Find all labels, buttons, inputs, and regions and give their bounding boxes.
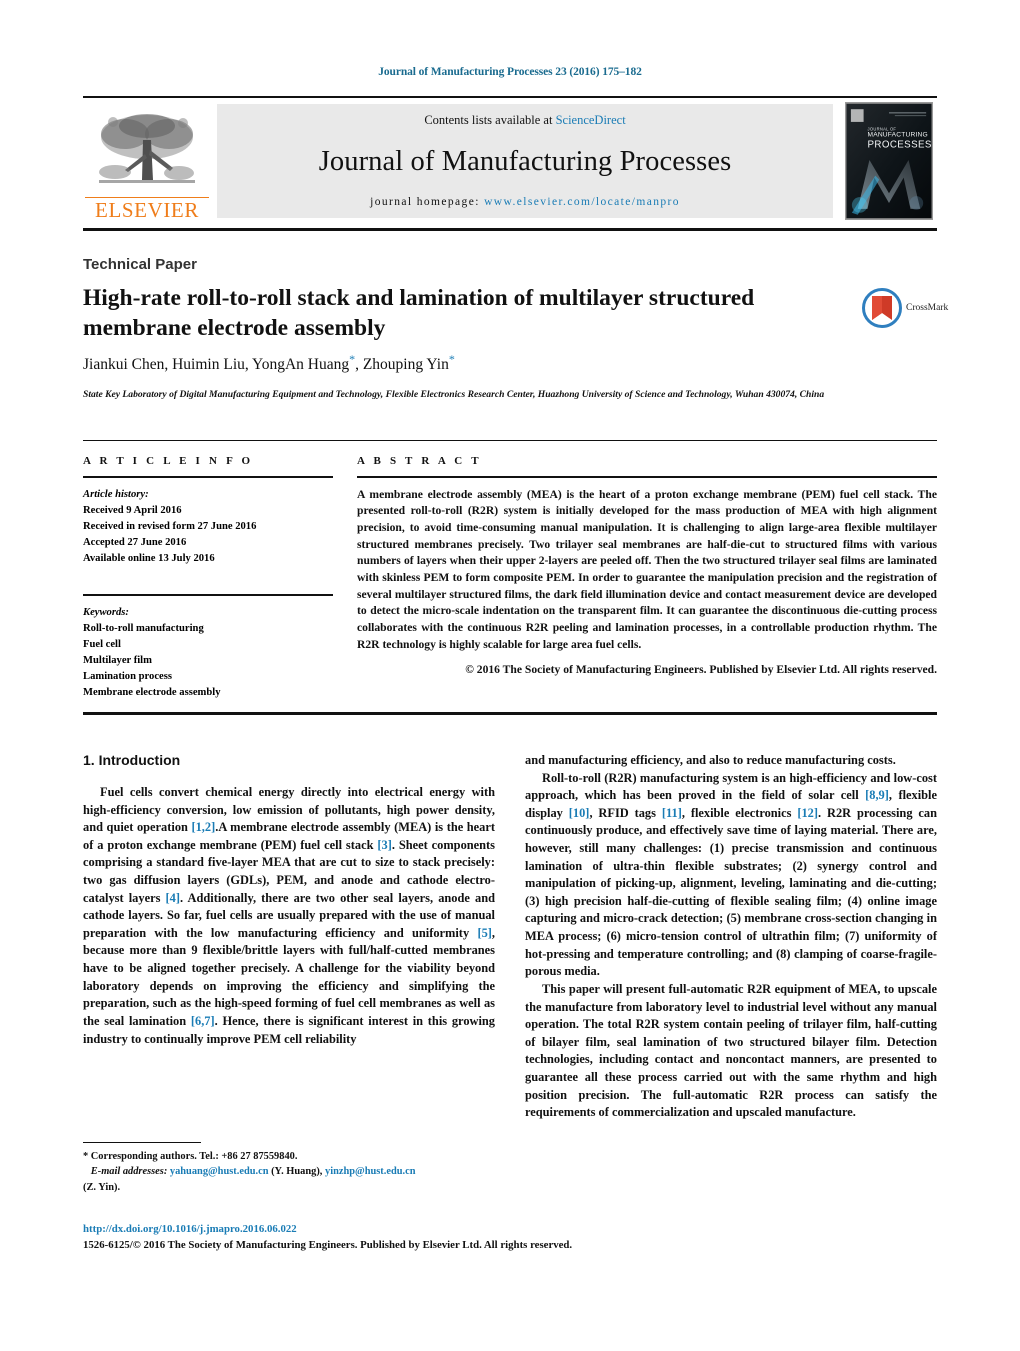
abstract-text: A membrane electrode assembly (MEA) is t…: [357, 487, 937, 651]
journal-band: Contents lists available at ScienceDirec…: [217, 104, 833, 218]
abstract-heading: A B S T R A C T: [357, 455, 482, 467]
journal-cover-image: JOURNAL OF MANUFACTURING PROCESSES: [845, 102, 933, 220]
body-column-right: and manufacturing efficiency, and also t…: [525, 752, 937, 1122]
crossmark-icon: [862, 288, 902, 328]
keyword-item: Fuel cell: [83, 638, 121, 650]
email-label: E-mail addresses:: [90, 1166, 168, 1178]
sciencedirect-link[interactable]: ScienceDirect: [556, 113, 626, 127]
affiliation: State Key Laboratory of Digital Manufact…: [83, 389, 825, 400]
body-column-left: 1. Introduction Fuel cells convert chemi…: [83, 752, 495, 1048]
doi-link[interactable]: http://dx.doi.org/10.1016/j.jmapro.2016.…: [83, 1221, 823, 1237]
corresponding-author-note: * Corresponding authors. Tel.: +86 27 87…: [83, 1151, 298, 1163]
svg-text:MANUFACTURING: MANUFACTURING: [868, 132, 928, 139]
email-note: E-mail addresses: yahuang@hust.edu.cn (Y…: [83, 1164, 495, 1179]
history-item: Received 9 April 2016: [83, 504, 182, 516]
keywords-rule: [83, 594, 333, 596]
article-info-rule: [83, 476, 333, 478]
keyword-item: Multilayer film: [83, 654, 152, 666]
keyword-item: Lamination process: [83, 671, 172, 683]
footer-copyright: 1526-6125/© 2016 The Society of Manufact…: [83, 1239, 573, 1252]
homepage-prefix: journal homepage:: [370, 196, 485, 208]
info-abstract-bottom-rule: [83, 712, 937, 715]
article-history-label: Article history:: [83, 488, 149, 500]
elsevier-tree-icon: [99, 114, 195, 183]
section-heading-introduction: 1. Introduction: [83, 752, 181, 768]
running-head: Journal of Manufacturing Processes 23 (2…: [378, 66, 642, 78]
contents-prefix: Contents lists available at: [424, 113, 556, 127]
authors-tail: , Zhouping Yin: [355, 356, 449, 374]
article-type-label: Technical Paper: [83, 256, 197, 273]
citation-link[interactable]: [3]: [377, 838, 391, 852]
elsevier-logo: ELSEVIER: [83, 98, 211, 224]
corresponding-star-2: *: [448, 352, 455, 366]
history-item: Received in revised form 27 June 2016: [83, 520, 257, 532]
info-abstract-top-rule: [83, 440, 937, 441]
journal-homepage-line: journal homepage: www.elsevier.com/locat…: [370, 196, 680, 208]
citation-link[interactable]: [6,7]: [191, 1014, 215, 1028]
citation-link[interactable]: [12]: [797, 806, 818, 820]
email-link-yin[interactable]: yinzhp@hust.edu.cn: [325, 1166, 416, 1177]
journal-cover: JOURNAL OF MANUFACTURING PROCESSES: [841, 98, 937, 224]
body-paragraph: This paper will present full-automatic R…: [525, 981, 937, 1122]
email-link-huang[interactable]: yahuang@hust.edu.cn: [170, 1166, 269, 1177]
page-title: High-rate roll-to-roll stack and laminat…: [83, 285, 755, 341]
abstract-rule: [357, 476, 937, 478]
homepage-link[interactable]: www.elsevier.com/locate/manpro: [484, 196, 680, 208]
journal-masthead: ELSEVIER Contents lists available at Sci…: [83, 96, 937, 224]
citation-link[interactable]: [1,2]: [191, 820, 215, 834]
abstract-column: A B S T R A C T A membrane electrode ass…: [357, 455, 937, 679]
footnote-block: * Corresponding authors. Tel.: +86 27 87…: [83, 1142, 495, 1195]
masthead-bottom-rule: [83, 228, 937, 231]
crossmark-badge[interactable]: CrossMark: [862, 286, 962, 330]
keyword-item: Membrane electrode assembly: [83, 687, 221, 699]
author-list: Jiankui Chen, Huimin Liu, YongAn Huang *,…: [83, 352, 843, 374]
article-info-heading: A R T I C L E I N F O: [83, 455, 254, 467]
citation-link[interactable]: [4]: [166, 891, 180, 905]
citation-link[interactable]: [8,9]: [865, 788, 889, 802]
paragraph-text: , flexible electronics: [681, 805, 798, 820]
footer-block: http://dx.doi.org/10.1016/j.jmapro.2016.…: [83, 1221, 823, 1253]
article-info-column: A R T I C L E I N F O Article history: R…: [83, 455, 333, 701]
crossmark-label: CrossMark: [906, 303, 949, 313]
paragraph-text: , because more than 9 flexible/brittle l…: [83, 925, 495, 1028]
history-item: Accepted 27 June 2016: [83, 536, 187, 548]
journal-title: Journal of Manufacturing Processes: [318, 146, 732, 178]
keyword-item: Roll-to-roll manufacturing: [83, 622, 204, 634]
paragraph-text: , RFID tags: [589, 805, 662, 820]
contents-available-line: Contents lists available at ScienceDirec…: [424, 113, 625, 128]
body-paragraph: and manufacturing efficiency, and also t…: [525, 752, 937, 770]
elsevier-wordmark: ELSEVIER: [85, 197, 209, 221]
citation-link[interactable]: [10]: [569, 806, 590, 820]
body-paragraph: Fuel cells convert chemical energy direc…: [83, 784, 495, 1048]
email-owner-huang: (Y. Huang),: [268, 1166, 325, 1178]
paragraph-text: . R2R processing can continuously produc…: [525, 805, 937, 979]
abstract-copyright: © 2016 The Society of Manufacturing Engi…: [465, 663, 937, 677]
paragraph-text: and manufacturing efficiency, and also t…: [525, 753, 896, 767]
authors-main: Jiankui Chen, Huimin Liu, YongAn Huang: [83, 356, 350, 374]
citation-link[interactable]: [5]: [477, 926, 491, 940]
footnote-rule: [83, 1142, 201, 1144]
paper-page: Journal of Manufacturing Processes 23 (2…: [0, 0, 1020, 1351]
svg-text:PROCESSES: PROCESSES: [868, 139, 932, 150]
body-paragraph: Roll-to-roll (R2R) manufacturing system …: [525, 770, 937, 981]
citation-link[interactable]: [11]: [662, 806, 682, 820]
intro-right-paragraphs: and manufacturing efficiency, and also t…: [525, 752, 937, 1122]
intro-left-paragraphs: Fuel cells convert chemical energy direc…: [83, 784, 495, 1048]
email-owner-yin: (Z. Yin).: [83, 1181, 121, 1193]
history-item: Available online 13 July 2016: [83, 552, 215, 564]
paragraph-text: This paper will present full-automatic R…: [525, 981, 937, 1120]
keywords-label: Keywords:: [83, 606, 129, 618]
